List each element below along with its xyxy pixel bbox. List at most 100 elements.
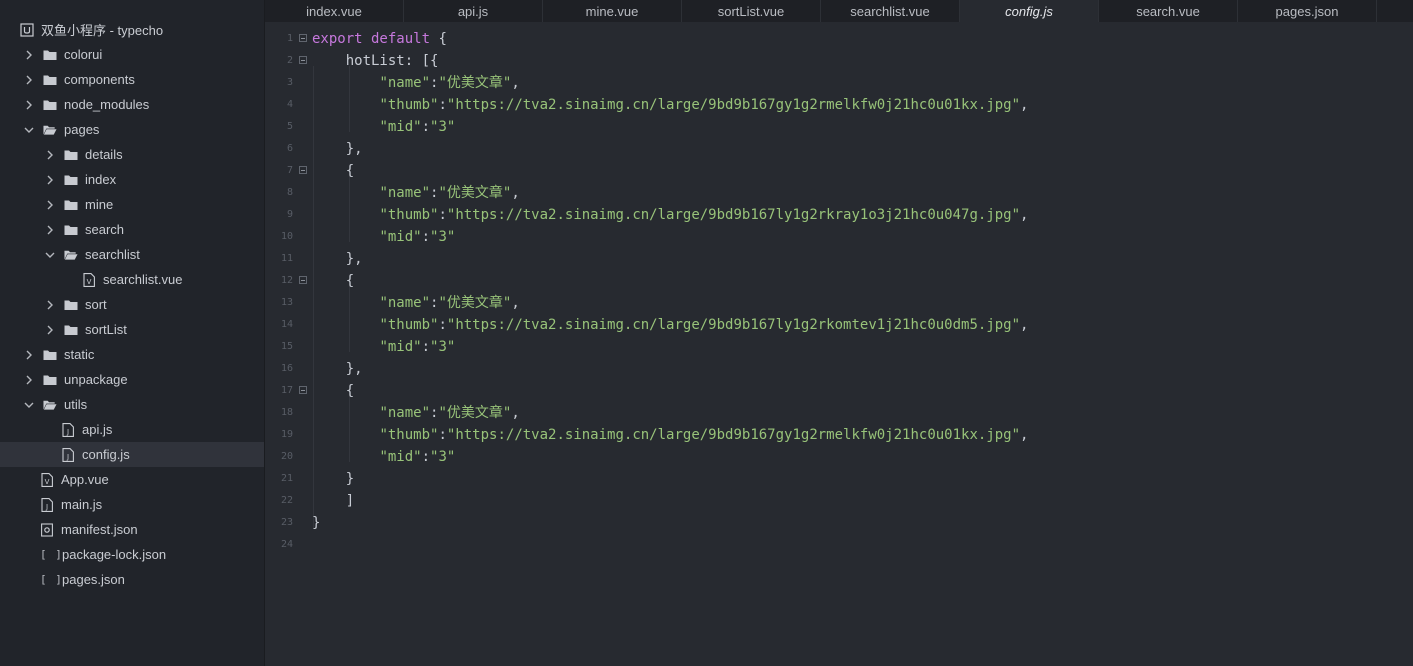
editor-tab[interactable]: api.js [404,0,543,22]
folder-icon [43,373,57,387]
chevron-right-icon[interactable] [45,200,55,210]
tree-file[interactable]: [ ] pages.json [0,567,264,592]
fold-toggle-icon[interactable] [299,386,307,394]
chevron-down-icon[interactable] [24,400,34,410]
editor-tab[interactable]: pages.json [1238,0,1377,22]
chevron-right-icon[interactable] [45,300,55,310]
tree-folder[interactable]: node_modules [0,92,264,117]
code-line: 22 ] [265,490,1413,512]
tree-folder[interactable]: details [0,142,264,167]
tree-file[interactable]: manifest.json [0,517,264,542]
folder-icon [64,173,78,187]
text-token: , [511,405,520,421]
chevron-right-icon[interactable] [45,225,55,235]
tree-file[interactable]: Jmain.js [0,492,264,517]
code-line: 18 "name":"优美文章", [265,402,1413,424]
tree-file[interactable]: V App.vue [0,467,264,492]
text-token: , [1020,97,1029,113]
svg-text:V: V [45,478,50,486]
editor-tab[interactable]: mine.vue [543,0,682,22]
code-line: 5 "mid":"3" [265,116,1413,138]
tree-item-label: index [85,172,117,187]
editor-tab[interactable]: search.vue [1099,0,1238,22]
code-editor[interactable]: 1 export default {2 hotList: [{3 "name":"… [265,22,1413,666]
line-number: 2 [286,55,293,66]
text-token: hotList: [{ [312,53,439,69]
tree-file[interactable]: Vsearchlist.vue [0,267,264,292]
folder-icon [43,348,57,362]
editor-tab[interactable]: searchlist.vue [821,0,960,22]
folder-icon [64,298,78,312]
chevron-down-icon[interactable] [24,125,34,135]
line-number: 21 [280,473,293,484]
chevron-right-icon[interactable] [24,100,34,110]
tree-folder[interactable]: searchlist [0,242,264,267]
code-text: { [312,160,354,182]
tree-folder[interactable]: pages [0,117,264,142]
chevron-right-icon[interactable] [45,175,55,185]
code-text: export default { [312,28,447,50]
chevron-right-icon[interactable] [45,150,55,160]
tree-folder[interactable]: utils [0,392,264,417]
tree-item-label: sort [85,297,107,312]
text-token: ] [312,493,355,509]
chevron-right-icon[interactable] [24,350,34,360]
tree-folder[interactable]: components [0,67,264,92]
line-number: 4 [286,99,293,110]
folder-open-icon [64,248,78,262]
fold-toggle-icon[interactable] [299,56,307,64]
tree-folder[interactable]: unpackage [0,367,264,392]
tree-file[interactable]: [ ] package-lock.json [0,542,264,567]
chevron-right-icon[interactable] [24,50,34,60]
tree-folder[interactable]: sort [0,292,264,317]
tree-folder[interactable]: static [0,342,264,367]
folder-open-icon [43,398,57,412]
fold-toggle-icon[interactable] [299,276,307,284]
chevron-right-icon[interactable] [24,375,34,385]
tree-item-label: App.vue [61,472,109,487]
chevron-down-icon[interactable] [45,250,55,260]
tree-folder[interactable]: mine [0,192,264,217]
tree-item-label: details [85,147,123,162]
chevron-right-icon[interactable] [24,75,34,85]
folder-icon [43,73,57,87]
svg-text:J: J [66,428,69,436]
tab-label: mine.vue [585,3,639,19]
code-text: "thumb":"https://tva2.sinaimg.cn/large/9… [312,424,1028,446]
fold-toggle-icon[interactable] [299,166,307,174]
code-line: 20 "mid":"3" [265,446,1413,468]
tree-file[interactable]: Japi.js [0,417,264,442]
code-text: ] [312,490,354,512]
tree-folder[interactable]: index [0,167,264,192]
string-token: "thumb" [379,317,439,333]
string-token: "https://tva2.sinaimg.cn/large/9bd9b167l… [446,207,1021,223]
editor-tab[interactable]: sortList.vue [682,0,821,22]
svg-text:J: J [66,453,69,461]
code-text: }, [312,358,363,380]
text-token: , [511,75,520,91]
tree-folder[interactable]: sortList [0,317,264,342]
tab-label: api.js [457,3,489,19]
tree-item-label: main.js [61,497,103,512]
editor-tab[interactable]: config.js [960,0,1099,22]
tab-label: index.vue [306,3,362,19]
code-text: "name":"优美文章", [312,182,519,204]
code-line: 6 }, [265,138,1413,160]
code-text: "mid":"3" [312,336,455,358]
line-number: 23 [280,517,293,528]
tree-folder[interactable]: search [0,217,264,242]
editor-tab[interactable]: index.vue [265,0,404,22]
string-token: "name" [379,185,431,201]
project-root[interactable]: 双鱼小程序 - typecho [0,17,264,42]
folder-icon [64,198,78,212]
fold-toggle-icon[interactable] [299,34,307,42]
tree-file[interactable]: Jconfig.js [0,442,264,467]
code-text: "thumb":"https://tva2.sinaimg.cn/large/9… [312,314,1028,336]
tree-folder[interactable]: colorui [0,42,264,67]
line-number: 12 [280,275,293,286]
chevron-right-icon[interactable] [45,325,55,335]
vue-file-icon: V [82,272,96,287]
